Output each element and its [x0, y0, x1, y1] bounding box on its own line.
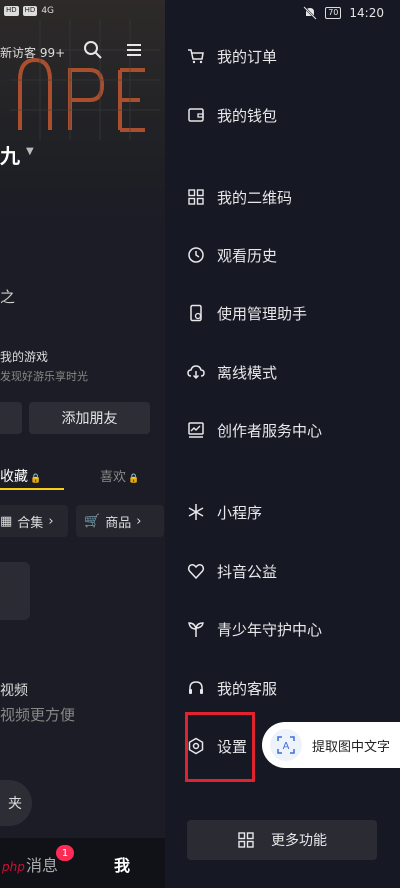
- signal-label: 4G: [41, 6, 55, 16]
- asterisk-icon: [188, 504, 204, 520]
- menu-item-label: 我的订单: [217, 47, 278, 66]
- menu-item-label: 观看历史: [217, 246, 278, 265]
- cloud-download-icon: [187, 365, 205, 380]
- clock-icon: [188, 247, 204, 263]
- menu-item-label: 我的客服: [217, 679, 278, 698]
- hd-indicator: HD: [22, 6, 38, 16]
- chevron-right-icon: ›: [136, 513, 142, 529]
- more-features-label: 更多功能: [271, 833, 327, 849]
- menu-item-offline-mode[interactable]: 离线模式: [187, 360, 277, 384]
- status-bar-left: HD HD 4G: [4, 6, 54, 16]
- menu-item-youth-protection[interactable]: 青少年守护中心: [187, 617, 322, 641]
- collection-chip[interactable]: ▦ 合集 ›: [0, 505, 68, 537]
- menu-item-my-qrcode[interactable]: 我的二维码: [187, 185, 292, 209]
- content-thumbnail[interactable]: [0, 562, 30, 620]
- phone-manage-icon: [190, 304, 202, 322]
- goods-chip[interactable]: 🛒 商品 ›: [76, 505, 164, 537]
- menu-item-label: 抖音公益: [217, 562, 278, 581]
- add-friend-button[interactable]: 添加朋友: [29, 402, 150, 434]
- neon-sign-image: [10, 20, 160, 140]
- lock-icon: 🔒: [30, 474, 42, 484]
- my-games-subtitle: 发现好游乐享时光: [0, 370, 88, 383]
- menu-item-my-orders[interactable]: 我的订单: [187, 44, 277, 68]
- clock-time: 14:20: [349, 6, 384, 20]
- menu-icon[interactable]: [124, 40, 144, 60]
- profile-cover-image: [0, 0, 165, 228]
- menu-item-label: 我的二维码: [217, 188, 293, 207]
- extract-text-button[interactable]: A 提取图中文字: [262, 722, 400, 768]
- qrcode-icon: [188, 189, 204, 205]
- settings-highlight-box: [185, 712, 255, 782]
- empty-state-title: 视频: [0, 683, 28, 699]
- new-visitor-label[interactable]: 新访客 99+: [0, 44, 65, 61]
- tab-likes-label: 喜欢: [100, 470, 127, 485]
- empty-state-subtitle: 视频更方便: [0, 706, 76, 724]
- cart-icon: [188, 49, 204, 64]
- profile-name-fragment: 九: [0, 144, 20, 168]
- menu-item-usage-manager[interactable]: 使用管理助手: [187, 301, 307, 325]
- folder-button-label: 夹: [8, 796, 22, 812]
- headset-icon: [189, 681, 203, 694]
- tab-likes[interactable]: 喜欢 🔒: [100, 466, 139, 485]
- watermark-logo: php: [2, 860, 25, 874]
- tab-favorites-label: 收藏: [0, 469, 28, 485]
- shop-cart-icon: 🛒: [84, 513, 101, 529]
- search-icon[interactable]: [83, 40, 103, 60]
- chevron-down-icon[interactable]: ▼: [26, 146, 34, 157]
- collection-icon: ▦: [0, 513, 13, 529]
- menu-item-mini-programs[interactable]: 小程序: [187, 500, 262, 524]
- menu-item-label: 使用管理助手: [217, 304, 308, 323]
- more-features-button[interactable]: 更多功能: [187, 820, 377, 860]
- menu-item-watch-history[interactable]: 观看历史: [187, 243, 277, 267]
- heart-hands-icon: [187, 564, 205, 580]
- profile-page-background: HD HD 4G 新访客 99+ 九 ▼ 之 我的游戏 发现好游乐享时光 添加朋…: [0, 0, 165, 888]
- tab-favorites[interactable]: 收藏 🔒: [0, 466, 41, 486]
- menu-item-label: 创作者服务中心: [217, 421, 323, 440]
- sprout-icon: [188, 622, 204, 637]
- notification-badge: 1: [56, 845, 74, 861]
- my-games-title[interactable]: 我的游戏: [0, 348, 48, 365]
- grid-icon: [238, 832, 254, 848]
- creator-chart-icon: [188, 422, 204, 438]
- text-scan-icon: A: [270, 729, 302, 761]
- menu-item-label: 离线模式: [217, 363, 278, 382]
- nav-me[interactable]: 我: [114, 852, 130, 876]
- collection-chip-label: 合集: [17, 515, 44, 531]
- hd-indicator: HD: [4, 6, 19, 16]
- folder-button[interactable]: 夹: [0, 780, 32, 826]
- profile-stat-fragment: 之: [0, 288, 16, 306]
- extract-text-label: 提取图中文字: [312, 739, 391, 755]
- chevron-right-icon: ›: [48, 513, 54, 529]
- lock-icon: 🔒: [128, 474, 140, 484]
- menu-item-my-wallet[interactable]: 我的钱包: [187, 103, 277, 127]
- menu-item-label: 我的钱包: [217, 106, 278, 125]
- menu-item-charity[interactable]: 抖音公益: [187, 559, 277, 583]
- battery-icon: 70: [325, 7, 342, 19]
- menu-item-label: 青少年守护中心: [217, 620, 323, 639]
- tab-active-underline: [0, 488, 64, 490]
- menu-item-customer-service[interactable]: 我的客服: [187, 676, 277, 700]
- goods-chip-label: 商品: [105, 515, 132, 531]
- nav-messages[interactable]: 消息: [26, 852, 58, 876]
- svg-text:A: A: [283, 741, 290, 752]
- wallet-icon: [188, 108, 204, 122]
- menu-item-creator-center[interactable]: 创作者服务中心: [187, 418, 322, 442]
- menu-item-label: 小程序: [217, 503, 263, 522]
- status-bar-right: 70 14:20: [303, 6, 384, 20]
- mute-bell-icon: [303, 6, 317, 20]
- edit-profile-button[interactable]: [0, 402, 22, 434]
